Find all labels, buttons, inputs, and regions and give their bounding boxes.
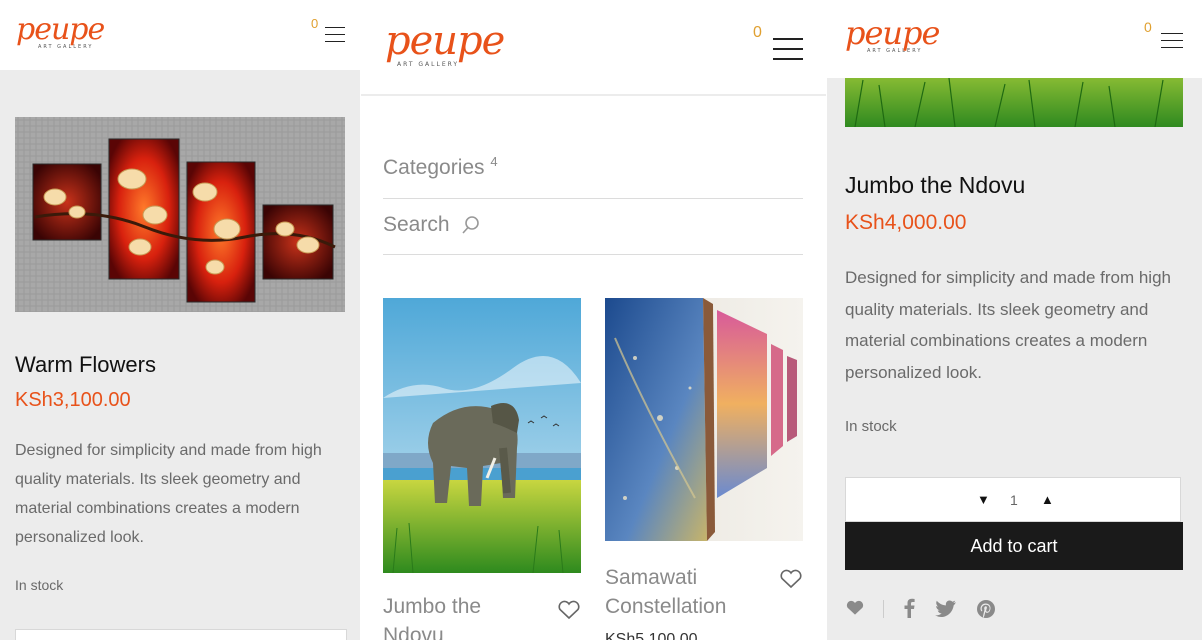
increase-quantity-button[interactable]: ▲ <box>1041 492 1054 507</box>
menu-icon[interactable] <box>325 27 345 42</box>
logo-tagline: ART GALLERY <box>397 61 460 68</box>
product-price: KSh4,000.00 <box>845 211 967 234</box>
product-title-line: Samawati <box>605 566 698 589</box>
site-logo[interactable]: peupe ART GALLERY <box>845 14 940 54</box>
logo-tagline: ART GALLERY <box>867 48 923 54</box>
add-to-cart-button[interactable]: Add to cart <box>845 522 1183 570</box>
product-description: Designed for simplicity and made from hi… <box>845 268 1171 382</box>
logo-tagline: ART GALLERY <box>38 44 94 50</box>
wishlist-heart-icon[interactable] <box>845 599 865 617</box>
search-toggle[interactable]: Search <box>383 213 481 237</box>
facebook-icon[interactable] <box>903 598 915 618</box>
site-logo[interactable]: peupe ART GALLERY <box>16 12 105 50</box>
product-card-title[interactable]: Samawati Constellation <box>605 563 726 621</box>
cart-count-badge[interactable]: 0 <box>1144 19 1152 35</box>
search-icon <box>461 215 481 235</box>
product-title-line: Jumbo the <box>383 595 482 618</box>
menu-icon[interactable] <box>773 38 803 60</box>
divider <box>883 600 884 618</box>
cart-count-badge[interactable]: 0 <box>311 16 318 31</box>
product-title: Warm Flowers <box>15 352 156 377</box>
stock-status: In stock <box>15 577 64 593</box>
product-image-warm-flowers[interactable] <box>15 117 345 312</box>
divider <box>383 254 803 255</box>
shop-listing-panel: peupe ART GALLERY 0 Categories 4 Search <box>361 0 826 640</box>
product-price: KSh3,100.00 <box>15 389 131 411</box>
decrease-quantity-button[interactable]: ▼ <box>977 492 990 507</box>
wishlist-heart-icon[interactable] <box>557 600 581 620</box>
site-header: peupe ART GALLERY 0 <box>0 0 360 70</box>
pinterest-icon[interactable] <box>976 599 996 619</box>
quantity-box[interactable] <box>15 629 347 640</box>
categories-label: Categories <box>383 156 485 179</box>
stock-status: In stock <box>845 418 897 435</box>
wishlist-heart-icon[interactable] <box>779 569 803 589</box>
product-description: Designed for simplicity and made from hi… <box>15 442 322 546</box>
twitter-icon[interactable] <box>935 600 957 618</box>
product-card-title[interactable]: Jumbo the Ndovu <box>383 592 481 640</box>
product-panel-jumbo-the-ndovu: peupe ART GALLERY 0 Jumbo the Ndovu KSh4… <box>827 0 1202 640</box>
categories-count: 4 <box>490 154 498 169</box>
product-title: Jumbo the Ndovu <box>845 172 1026 198</box>
quantity-stepper[interactable]: ▼ 1 ▲ <box>845 477 1181 522</box>
quantity-value[interactable]: 1 <box>1010 492 1018 508</box>
cart-count-badge[interactable]: 0 <box>753 24 762 42</box>
menu-icon[interactable] <box>1161 33 1183 48</box>
site-header: peupe ART GALLERY 0 <box>361 0 826 96</box>
search-label: Search <box>383 213 450 236</box>
product-card-price: KSh5,100.00 <box>605 631 698 640</box>
product-panel-warm-flowers: peupe ART GALLERY 0 Warm Flowers KSh3,10… <box>0 0 360 640</box>
categories-toggle[interactable]: Categories 4 <box>383 154 498 180</box>
site-header: peupe ART GALLERY 0 <box>827 0 1202 78</box>
divider <box>383 198 803 199</box>
product-title-line: Ndovu <box>383 624 444 640</box>
product-title-line: Constellation <box>605 595 727 618</box>
product-image-samawati-constellation[interactable] <box>605 298 803 541</box>
site-logo[interactable]: peupe ART GALLERY <box>385 18 505 68</box>
product-image-jumbo-the-ndovu[interactable] <box>383 298 581 573</box>
share-row <box>845 598 1045 620</box>
